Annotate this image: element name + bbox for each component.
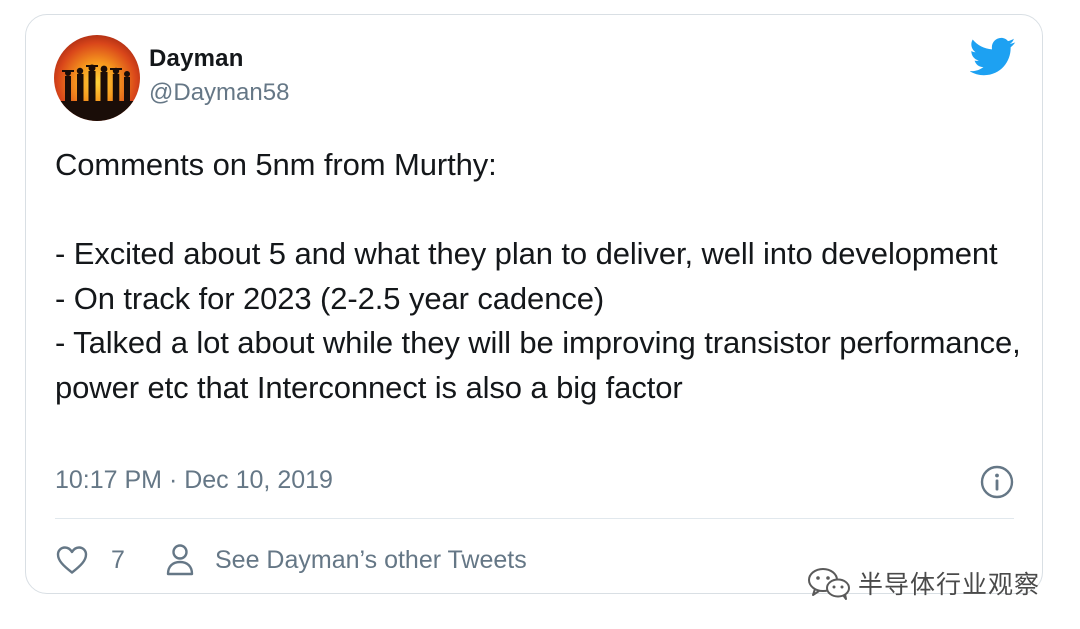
divider (55, 518, 1014, 519)
like-count: 7 (111, 545, 125, 574)
author-name[interactable]: Dayman (149, 45, 244, 73)
wechat-icon (808, 568, 850, 600)
info-icon[interactable] (980, 465, 1014, 499)
avatar[interactable] (54, 35, 140, 121)
watermark: 半导体行业观察 (806, 565, 1040, 601)
person-icon (166, 544, 194, 576)
author-handle[interactable]: @Dayman58 (149, 79, 289, 107)
tweet-actions: 7 See Dayman’s other Tweets (55, 538, 527, 582)
heart-icon[interactable] (55, 544, 89, 576)
tweet-timestamp[interactable]: 10:17 PM · Dec 10, 2019 (55, 466, 333, 495)
twitter-bird-icon[interactable] (970, 37, 1016, 77)
avatar-image (54, 35, 140, 121)
tweet-card: Dayman @Dayman58 Comments on 5nm from Mu… (25, 14, 1043, 594)
see-other-tweets-label: See Dayman’s other Tweets (215, 545, 527, 574)
tweet-text: Comments on 5nm from Murthy: - Excited a… (55, 147, 1021, 405)
see-other-tweets-link[interactable]: See Dayman’s other Tweets (165, 543, 527, 577)
watermark-text: 半导体行业观察 (858, 570, 1041, 599)
